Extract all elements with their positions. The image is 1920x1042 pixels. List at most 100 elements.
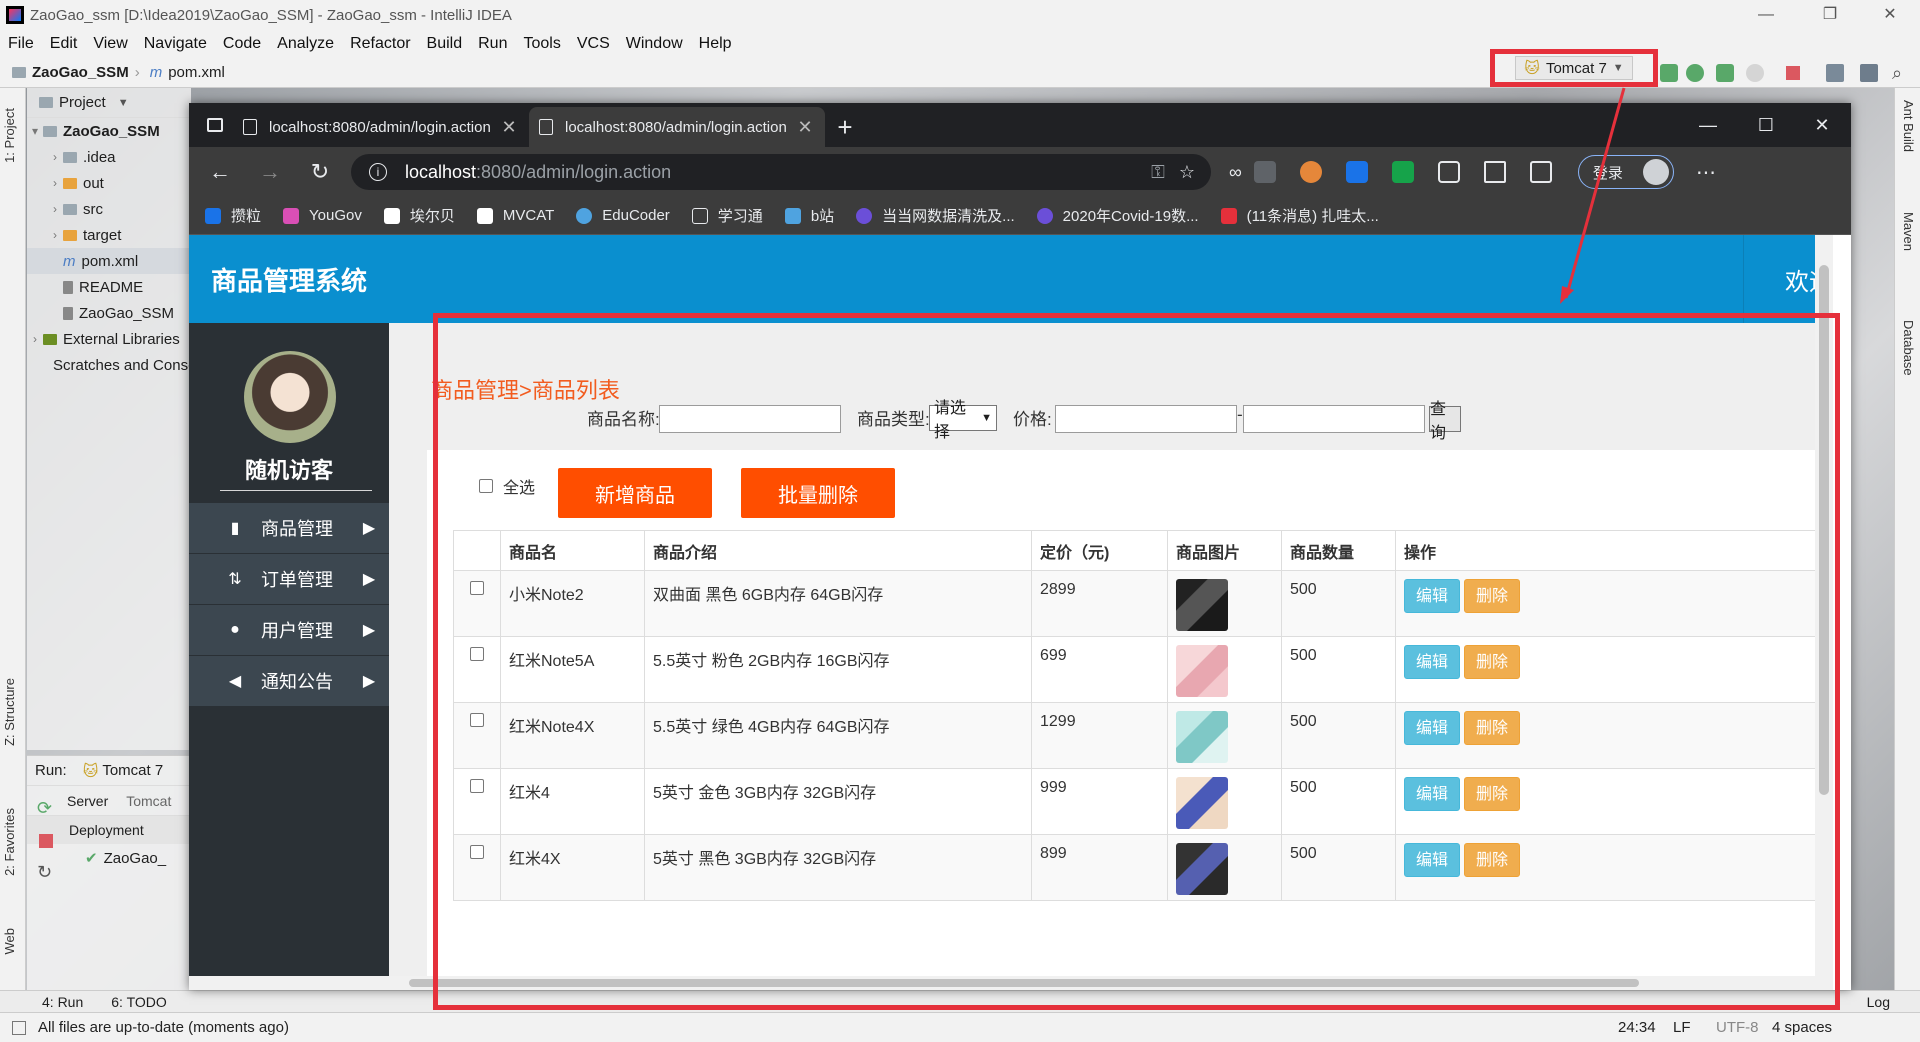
- run-config-selector[interactable]: 🐱 Tomcat 7 ▼: [1515, 56, 1633, 80]
- filter-price-max-input[interactable]: [1243, 405, 1425, 433]
- extension-infinity-icon[interactable]: ∞: [1229, 162, 1242, 183]
- sidebar-item-notices[interactable]: ◀ 通知公告 ▶: [189, 656, 389, 706]
- site-info-icon[interactable]: i: [369, 163, 387, 181]
- delete-button[interactable]: 删除: [1464, 645, 1520, 679]
- browser-maximize-icon[interactable]: ☐: [1737, 103, 1795, 147]
- sidebar-item-users[interactable]: ● 用户管理 ▶: [189, 605, 389, 655]
- tree-node-idea[interactable]: › .idea: [27, 144, 191, 170]
- menu-vcs[interactable]: VCS: [577, 35, 610, 53]
- close-icon[interactable]: ✕: [1860, 0, 1920, 30]
- bottom-tab-event-log[interactable]: Log: [1867, 994, 1890, 1010]
- collapse-caret-icon[interactable]: ›: [47, 176, 63, 190]
- select-all-checkbox[interactable]: [479, 479, 493, 493]
- tab-actions-icon[interactable]: [197, 103, 233, 147]
- collapse-caret-icon[interactable]: ›: [47, 228, 63, 242]
- browser-close-icon[interactable]: ✕: [1793, 103, 1851, 147]
- browser-minimize-icon[interactable]: —: [1679, 103, 1737, 147]
- project-structure-icon[interactable]: [1826, 64, 1844, 82]
- delete-button[interactable]: 删除: [1464, 579, 1520, 613]
- menu-view[interactable]: View: [93, 35, 127, 53]
- filter-name-input[interactable]: [659, 405, 841, 433]
- tool-window-web[interactable]: Web: [2, 928, 17, 955]
- coverage-icon[interactable]: [1716, 64, 1734, 82]
- delete-button[interactable]: 删除: [1464, 843, 1520, 877]
- search-button[interactable]: 查询: [1429, 401, 1461, 442]
- bookmark-item[interactable]: 学习通: [691, 205, 763, 226]
- menu-build[interactable]: Build: [427, 35, 463, 53]
- server-tab[interactable]: Server: [67, 793, 108, 809]
- menu-tools[interactable]: Tools: [523, 35, 560, 53]
- tree-node-src[interactable]: › src: [27, 196, 191, 222]
- browser-tab-2[interactable]: localhost:8080/admin/login.action ✕: [529, 107, 825, 147]
- collapse-caret-icon[interactable]: ›: [47, 150, 63, 164]
- filter-type-select[interactable]: 请选择 ▼: [929, 400, 997, 441]
- stop-icon[interactable]: [1786, 66, 1800, 80]
- rerun-icon[interactable]: ⟳: [37, 798, 52, 819]
- menu-code[interactable]: Code: [223, 35, 261, 53]
- bookmark-item[interactable]: 攒粒: [205, 205, 261, 226]
- chevron-down-icon[interactable]: ▼: [118, 97, 129, 109]
- breadcrumb-project[interactable]: ZaoGao_SSM: [32, 64, 129, 81]
- search-everywhere-icon[interactable]: ⌕: [1892, 64, 1910, 82]
- update-icon[interactable]: ↻: [37, 862, 52, 883]
- bottom-tab-run[interactable]: 4: Run: [42, 994, 83, 1010]
- tool-window-maven[interactable]: Maven: [1901, 212, 1916, 251]
- app-brand[interactable]: 商品管理系统: [189, 235, 389, 323]
- menu-refactor[interactable]: Refactor: [350, 35, 410, 53]
- file-encoding[interactable]: UTF-8: [1716, 1019, 1759, 1036]
- page-vertical-scrollbar[interactable]: [1815, 235, 1833, 990]
- browser-tab-1[interactable]: localhost:8080/admin/login.action ✕: [233, 107, 529, 147]
- extension-cat-icon[interactable]: [1299, 161, 1322, 183]
- favorite-star-icon[interactable]: ☆: [1179, 162, 1195, 183]
- build-hammer-icon[interactable]: [1660, 64, 1678, 82]
- tree-node-root[interactable]: ▾ ZaoGao_SSM: [27, 118, 191, 144]
- delete-button[interactable]: 删除: [1464, 711, 1520, 745]
- page-horizontal-scrollbar[interactable]: [189, 976, 1833, 990]
- sidebar-item-goods[interactable]: ▮ 商品管理 ▶: [189, 503, 389, 553]
- row-checkbox[interactable]: [470, 581, 484, 595]
- tool-window-ant-build[interactable]: Ant Build: [1901, 100, 1916, 152]
- collapse-caret-icon[interactable]: ›: [27, 332, 43, 346]
- stop-icon[interactable]: [39, 834, 53, 848]
- close-tab-icon[interactable]: ✕: [499, 117, 519, 138]
- edit-button[interactable]: 编辑: [1404, 645, 1460, 679]
- tree-node-external-libraries[interactable]: › External Libraries: [27, 326, 191, 352]
- menu-edit[interactable]: Edit: [50, 35, 78, 53]
- sidebar-item-orders[interactable]: ⇅ 订单管理 ▶: [189, 554, 389, 604]
- row-checkbox[interactable]: [470, 713, 484, 727]
- bookmark-item[interactable]: b站: [784, 205, 834, 226]
- run-tab-tomcat[interactable]: Tomcat 7: [102, 762, 163, 779]
- scrollbar-thumb[interactable]: [1819, 265, 1829, 795]
- tree-node-out[interactable]: › out: [27, 170, 191, 196]
- tool-window-project[interactable]: 1: Project: [2, 108, 17, 163]
- bottom-tab-todo[interactable]: 6: TODO: [111, 994, 167, 1010]
- tree-node-readme[interactable]: README: [27, 274, 191, 300]
- extension-v-icon[interactable]: [1253, 161, 1276, 183]
- extension-t-icon[interactable]: [1391, 161, 1414, 183]
- sdk-icon[interactable]: [1860, 64, 1878, 82]
- expand-caret-icon[interactable]: ▾: [27, 124, 43, 138]
- extensions-puzzle-icon[interactable]: [1437, 161, 1460, 183]
- minimize-icon[interactable]: —: [1736, 0, 1796, 30]
- menu-analyze[interactable]: Analyze: [277, 35, 334, 53]
- extension-grid-icon[interactable]: [1345, 161, 1368, 183]
- menu-navigate[interactable]: Navigate: [144, 35, 207, 53]
- edit-button[interactable]: 编辑: [1404, 711, 1460, 745]
- tree-node-scratches[interactable]: Scratches and Consoles: [27, 352, 191, 378]
- cursor-position[interactable]: 24:34: [1618, 1019, 1656, 1036]
- batch-delete-button[interactable]: 批量删除: [741, 468, 895, 518]
- breadcrumb-file[interactable]: pom.xml: [168, 64, 225, 81]
- project-panel-title[interactable]: Project: [59, 94, 106, 111]
- edit-button[interactable]: 编辑: [1404, 777, 1460, 811]
- more-menu-icon[interactable]: ⋯: [1696, 160, 1716, 185]
- line-separator[interactable]: LF: [1673, 1019, 1691, 1036]
- menu-run[interactable]: Run: [478, 35, 507, 53]
- restore-icon[interactable]: ❐: [1800, 0, 1860, 30]
- new-tab-icon[interactable]: +: [825, 107, 865, 147]
- tool-window-favorites[interactable]: 2: Favorites: [2, 808, 17, 876]
- edit-button[interactable]: 编辑: [1404, 579, 1460, 613]
- bookmark-item[interactable]: YouGov: [283, 207, 362, 224]
- row-checkbox[interactable]: [470, 845, 484, 859]
- menu-help[interactable]: Help: [699, 35, 732, 53]
- menu-file[interactable]: File: [8, 35, 34, 53]
